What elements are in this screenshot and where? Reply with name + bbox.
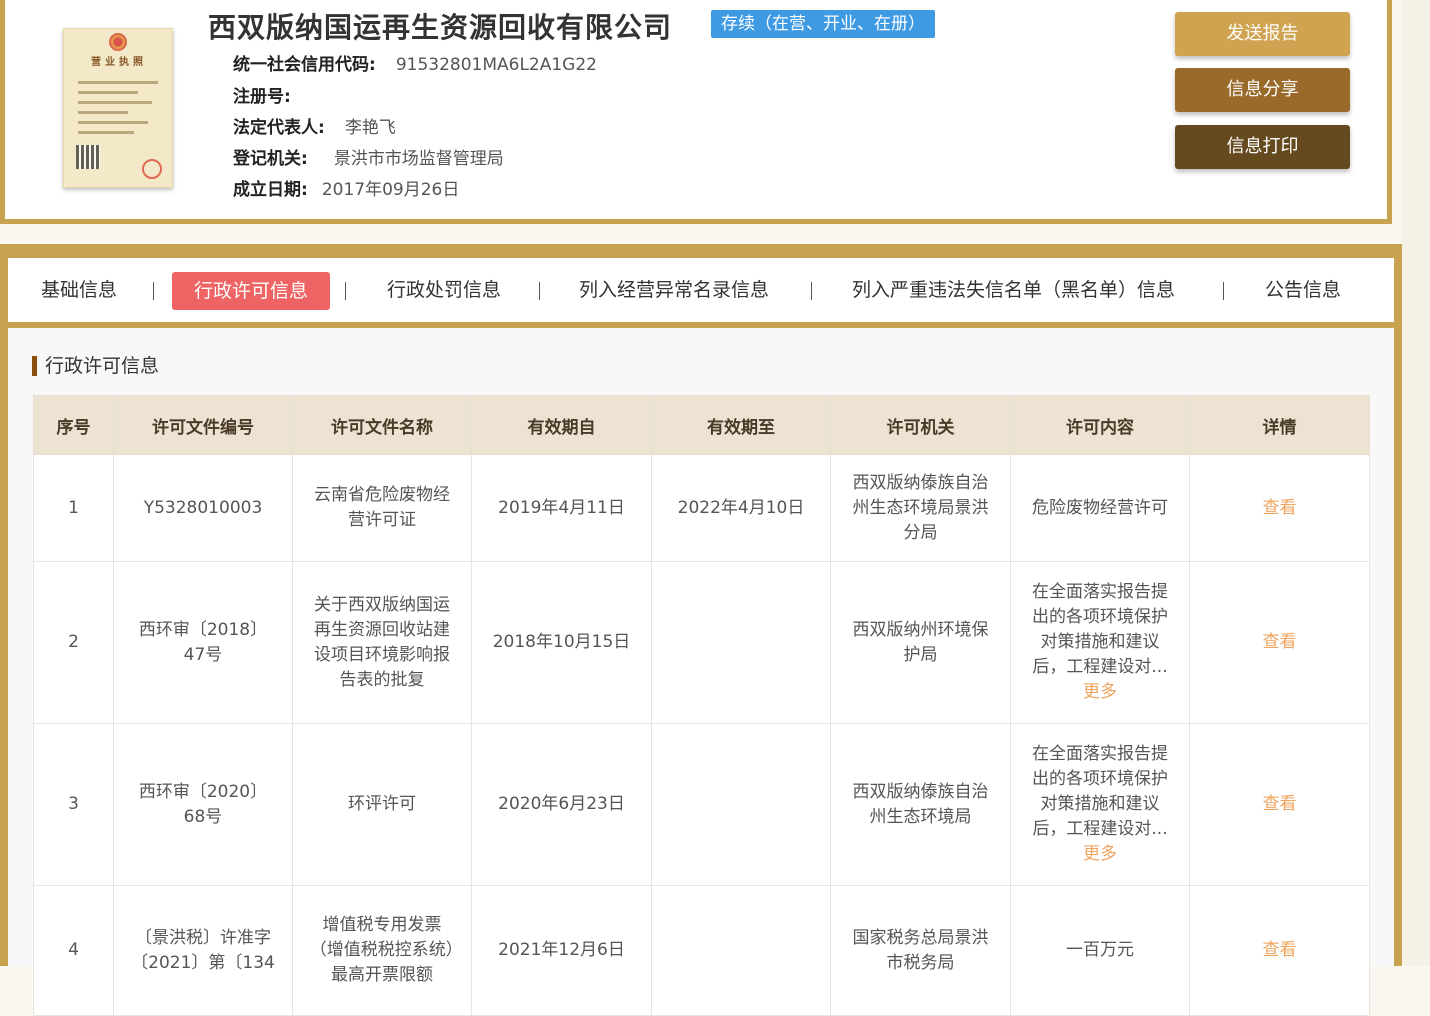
tab-announcements[interactable]: 公告信息 (1265, 258, 1341, 322)
cell-no: 3 (33, 723, 114, 886)
cell-detail: 查看 (1189, 723, 1370, 886)
cell-content: 在全面落实报告提出的各项环境保护对策措施和建议后，工程建设对... 更多 (1010, 561, 1190, 724)
cell-valid-to (651, 561, 831, 724)
table-row: 3 西环审〔2020〕68号 环评许可 2020年6月23日 西双版纳傣族自治州… (33, 723, 1370, 886)
page-right-strip (1402, 0, 1430, 966)
cell-no: 2 (33, 561, 114, 724)
cell-detail: 查看 (1189, 454, 1370, 562)
cell-authority: 西双版纳州环境保护局 (830, 561, 1011, 724)
content-text: 在全面落实报告提出的各项环境保护对策措施和建议后，工程建设对... (1032, 744, 1168, 839)
cell-no: 4 (33, 885, 114, 1016)
tab-basic-info[interactable]: 基础信息 (41, 258, 117, 322)
reg-authority-label: 登记机关: (233, 149, 308, 169)
cell-authority: 国家税务总局景洪市税务局 (830, 885, 1011, 1016)
cell-authority: 西双版纳傣族自治州生态环境局 (830, 723, 1011, 886)
view-detail-link[interactable]: 查看 (1263, 794, 1297, 814)
cell-detail: 查看 (1189, 885, 1370, 1016)
cell-file-no: 西环审〔2018〕47号 (113, 561, 293, 724)
founded-date-label: 成立日期: (233, 180, 308, 200)
cell-authority: 西双版纳傣族自治州生态环境局景洪分局 (830, 454, 1011, 562)
credit-code-value: 91532801MA6L2A1G22 (395, 55, 597, 75)
cell-valid-from: 2021年12月6日 (471, 885, 652, 1016)
qr-code-icon (76, 145, 100, 169)
credit-code-row: 统一社会信用代码: 91532801MA6L2A1G22 (233, 50, 597, 75)
cell-file-no: 西环审〔2020〕68号 (113, 723, 293, 886)
table-header-row: 序号 许可文件编号 许可文件名称 有效期自 有效期至 许可机关 许可内容 详情 (33, 395, 1370, 455)
view-detail-link[interactable]: 查看 (1263, 632, 1297, 652)
cell-file-name: 云南省危险废物经营许可证 (292, 454, 472, 562)
reg-authority-value: 景洪市市场监督管理局 (333, 149, 504, 169)
cell-valid-from: 2018年10月15日 (471, 561, 652, 724)
content-text: 在全面落实报告提出的各项环境保护对策措施和建议后，工程建设对... (1032, 582, 1168, 677)
share-info-button[interactable]: 信息分享 (1175, 68, 1350, 112)
header-valid-to: 有效期至 (651, 395, 831, 455)
legal-rep-value: 李艳飞 (344, 118, 396, 138)
print-info-button[interactable]: 信息打印 (1175, 125, 1350, 169)
cell-valid-to: 2022年4月10日 (651, 454, 831, 562)
more-link[interactable]: 更多 (1027, 842, 1173, 867)
cell-valid-from: 2019年4月11日 (471, 454, 652, 562)
header-valid-from: 有效期自 (471, 395, 652, 455)
more-link[interactable]: 更多 (1027, 680, 1173, 705)
cell-valid-to (651, 723, 831, 886)
business-license-image[interactable]: 营业执照 (63, 28, 173, 188)
tab-blacklist[interactable]: 列入严重违法失信名单（黑名单）信息 (852, 258, 1175, 322)
reg-no-label: 注册号: (233, 87, 291, 107)
reg-no-row: 注册号: (233, 82, 305, 107)
content-text: 危险废物经营许可 (1032, 497, 1168, 518)
cell-file-name: 环评许可 (292, 723, 472, 886)
view-detail-link[interactable]: 查看 (1263, 498, 1297, 518)
national-emblem-icon (109, 33, 127, 51)
tab-bar: 基础信息 行政许可信息 行政处罚信息 列入经营异常名录信息 列入严重违法失信名单… (8, 258, 1394, 322)
reg-authority-row: 登记机关: 景洪市市场监督管理局 (233, 144, 504, 169)
cell-file-name: 增值税专用发票（增值税税控系统）最高开票限额 (292, 885, 472, 1016)
content-text: 一百万元 (1066, 940, 1134, 960)
header-detail: 详情 (1189, 395, 1370, 455)
header-file-name: 许可文件名称 (292, 395, 472, 455)
company-header-card: 营业执照 西双版纳国运再生资源回收有限公司 存续（在营、开业、在册） 统一社会信… (0, 0, 1392, 224)
cell-file-name: 关于西双版纳国运再生资源回收站建设项目环境影响报告表的批复 (292, 561, 472, 724)
cell-valid-from: 2020年6月23日 (471, 723, 652, 886)
license-content-panel: 行政许可信息 序号 许可文件编号 许可文件名称 有效期自 有效期至 许可机关 许… (8, 328, 1394, 1016)
view-detail-link[interactable]: 查看 (1263, 940, 1297, 960)
cell-content: 危险废物经营许可 (1010, 454, 1190, 562)
company-name: 西双版纳国运再生资源回收有限公司 (208, 11, 673, 44)
founded-date-value: 2017年09月26日 (321, 180, 460, 200)
tab-admin-license[interactable]: 行政许可信息 (172, 272, 331, 310)
header-authority: 许可机关 (830, 395, 1011, 455)
cell-file-no: 〔景洪税〕许准字〔2021〕第〔134 (113, 885, 293, 1016)
status-badge: 存续（在营、开业、在册） (711, 10, 935, 38)
table-row: 1 Y5328010003 云南省危险废物经营许可证 2019年4月11日 20… (33, 454, 1370, 562)
cell-file-no: Y5328010003 (113, 454, 293, 562)
cell-content: 在全面落实报告提出的各项环境保护对策措施和建议后，工程建设对... 更多 (1010, 723, 1190, 886)
seal-icon (142, 159, 162, 179)
tab-admin-penalty[interactable]: 行政处罚信息 (387, 258, 501, 322)
license-title: 营业执照 (91, 57, 147, 68)
table-row: 2 西环审〔2018〕47号 关于西双版纳国运再生资源回收站建设项目环境影响报告… (33, 561, 1370, 724)
cell-valid-to (651, 885, 831, 1016)
header-no: 序号 (33, 395, 114, 455)
table-row: 4 〔景洪税〕许准字〔2021〕第〔134 增值税专用发票（增值税税控系统）最高… (33, 885, 1370, 1016)
credit-code-label: 统一社会信用代码: (233, 55, 376, 75)
cell-detail: 查看 (1189, 561, 1370, 724)
license-table: 序号 许可文件编号 许可文件名称 有效期自 有效期至 许可机关 许可内容 详情 … (33, 395, 1370, 1016)
cell-content: 一百万元 (1010, 885, 1190, 1016)
founded-date-row: 成立日期: 2017年09月26日 (233, 175, 459, 200)
legal-rep-label: 法定代表人: (233, 118, 325, 138)
header-content: 许可内容 (1010, 395, 1190, 455)
section-title: 行政许可信息 (32, 356, 159, 376)
cell-no: 1 (33, 454, 114, 562)
header-file-no: 许可文件编号 (113, 395, 293, 455)
legal-rep-row: 法定代表人: 李艳飞 (233, 113, 396, 138)
tab-abnormal-list[interactable]: 列入经营异常名录信息 (579, 258, 769, 322)
send-report-button[interactable]: 发送报告 (1175, 12, 1350, 56)
